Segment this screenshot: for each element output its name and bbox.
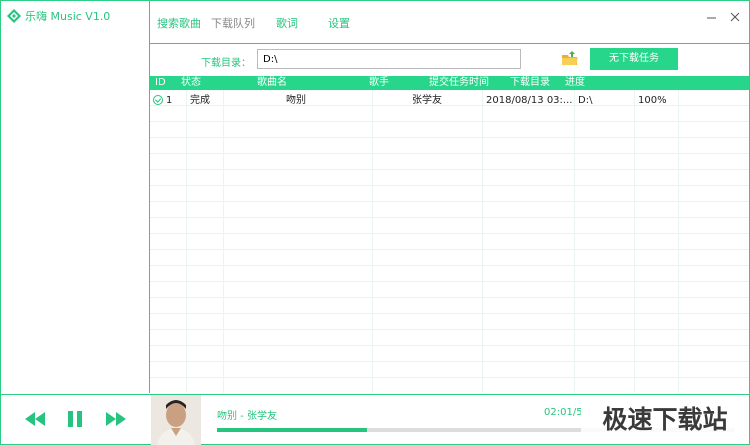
download-table: ID 状态 歌曲名 歌手 提交任务时间 下载目录 进度 1 完成 吻别 张学友 … [150,76,749,393]
tab-download-queue[interactable]: 下载队列 [211,15,255,31]
no-download-task-button[interactable]: 无下载任务 [590,48,678,70]
folder-icon[interactable] [560,49,580,69]
svg-text:极速下载站: 极速下载站 [602,405,727,434]
table-row[interactable] [150,250,749,266]
left-pane: 乐嗨 Music V1.0 [1,1,150,393]
column-divider [482,90,483,393]
download-dir-input[interactable] [257,49,521,69]
table-header: ID 状态 歌曲名 歌手 提交任务时间 下载目录 进度 [150,76,749,90]
app-logo-icon [7,9,21,23]
minimize-icon[interactable] [705,10,719,24]
table-row[interactable] [150,298,749,314]
tab-settings[interactable]: 设置 [328,15,350,31]
cell-song: 吻别 [286,95,306,106]
column-header-song[interactable]: 歌曲名 [257,77,287,89]
table-row[interactable] [150,218,749,234]
table-row[interactable] [150,362,749,378]
column-divider [372,90,373,393]
playback-progress-fill [217,428,368,432]
column-divider [634,90,635,393]
app-window: 乐嗨 Music V1.0 搜索歌曲 下载队列 歌词 设置 下载目录： 无下载任… [0,0,750,445]
column-divider [223,90,224,393]
table-row[interactable] [150,234,749,250]
cell-artist: 张学友 [412,95,442,106]
column-header-status[interactable]: 状态 [181,77,201,89]
column-header-dir[interactable]: 下载目录 [510,77,550,89]
now-playing-info: 吻别 - 张学友 [217,411,277,422]
column-header-submit-time[interactable]: 提交任务时间 [429,77,489,89]
cell-dir: D:\ [578,95,593,106]
top-nav: 搜索歌曲 下载队列 歌词 设置 [150,1,749,44]
download-dir-label: 下载目录： [201,58,251,69]
app-name: 乐嗨 Music V1.0 [25,10,111,23]
cell-status: 完成 [190,95,210,106]
column-divider [574,90,575,393]
album-cover[interactable] [151,395,201,445]
cell-submit-time: 2018/08/13 03:... [486,95,573,106]
rewind-icon[interactable] [25,412,45,429]
table-row[interactable] [150,138,749,154]
table-row[interactable] [150,266,749,282]
download-dir-bar: 下载目录： 无下载任务 [150,44,749,76]
playback-time: 02:01/5 [544,407,583,418]
column-header-artist[interactable]: 歌手 [369,77,389,89]
player-bar: 吻别 - 张学友 02:01/5 极速下载站 [1,394,749,445]
column-header-progress[interactable]: 进度 [565,77,585,89]
table-row[interactable] [150,186,749,202]
table-row[interactable] [150,346,749,362]
watermark-logo: 极速下载站 [581,397,749,441]
table-row[interactable] [150,106,749,122]
tab-lyrics[interactable]: 歌词 [276,15,298,31]
close-icon[interactable] [728,10,742,24]
fast-forward-icon[interactable] [106,412,126,429]
cell-progress: 100% [638,95,667,106]
column-header-id[interactable]: ID [155,77,166,89]
pause-icon[interactable] [66,410,84,431]
table-row[interactable] [150,202,749,218]
table-row[interactable] [150,330,749,346]
column-divider [678,90,679,393]
table-row[interactable] [150,170,749,186]
table-row[interactable] [150,154,749,170]
column-divider [186,90,187,393]
table-row[interactable] [150,314,749,330]
table-row[interactable] [150,122,749,138]
table-row[interactable] [150,282,749,298]
row-complete-check-icon[interactable] [153,95,163,105]
app-title: 乐嗨 Music V1.0 [7,8,110,24]
tab-search-songs[interactable]: 搜索歌曲 [157,15,201,31]
table-body [150,90,749,393]
table-row[interactable] [150,378,749,393]
cell-id: 1 [166,95,173,106]
